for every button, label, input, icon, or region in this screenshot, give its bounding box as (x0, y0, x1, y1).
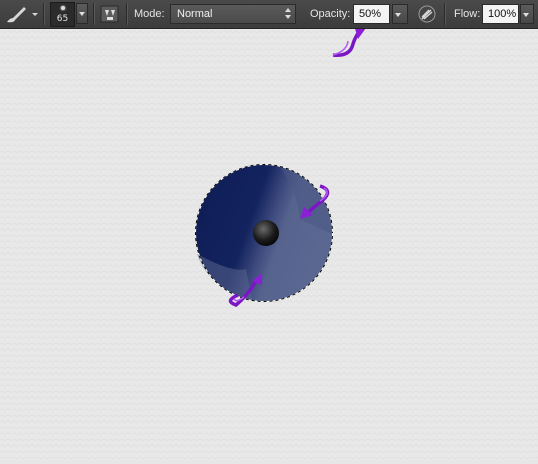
mode-select[interactable]: Normal (170, 4, 296, 24)
separator (43, 3, 45, 25)
brush-tool-preset[interactable] (4, 4, 40, 25)
opacity-field[interactable]: 50% (353, 4, 390, 24)
flow-slider-dropdown[interactable] (520, 4, 534, 24)
opacity-label: Opacity: (310, 8, 351, 20)
up-down-arrows-icon (285, 8, 291, 20)
brush-size-value: 65 (56, 14, 69, 24)
flow-field[interactable]: 100% (482, 4, 519, 24)
opacity-slider-dropdown[interactable] (392, 4, 408, 24)
flow-label: Flow: (454, 8, 481, 20)
brush-panel-icon (100, 5, 119, 23)
brush-preset-picker[interactable]: 65 (50, 2, 75, 27)
chevron-down-icon (32, 13, 38, 16)
document-canvas[interactable] (0, 25, 538, 460)
opacity-value: 50% (359, 8, 382, 20)
mode-label: Mode: (134, 8, 165, 20)
brush-tip-icon (61, 6, 65, 10)
canvas-artwork (0, 25, 538, 460)
flow-value: 100% (488, 8, 517, 20)
brush-icon (7, 7, 38, 23)
disc-hub (253, 220, 279, 246)
airbrush-toggle-button[interactable] (417, 4, 437, 24)
brush-preset-dropdown[interactable] (76, 3, 88, 24)
separator (93, 3, 95, 25)
separator (444, 3, 446, 25)
disc (196, 165, 333, 301)
separator (126, 3, 128, 25)
airbrush-icon (418, 5, 436, 23)
toggle-brush-panel-button[interactable] (100, 4, 120, 24)
mode-select-value: Normal (177, 8, 213, 20)
options-bar: 65 Mode: Normal Opacity: 50% Flow: 100% (0, 0, 538, 29)
